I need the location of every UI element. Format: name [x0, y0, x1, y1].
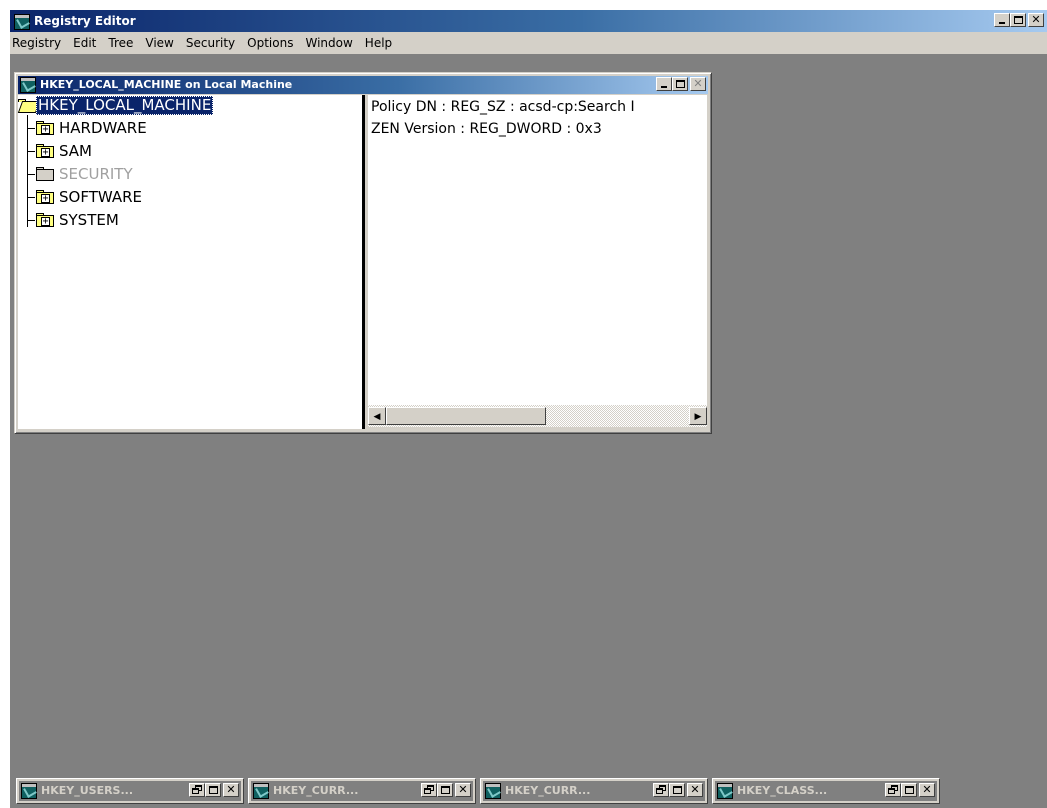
tree-item-system[interactable]: + SYSTEM — [18, 209, 365, 231]
open-folder-icon — [17, 99, 41, 113]
close-button[interactable]: ✕ — [455, 783, 471, 797]
registry-app-icon — [717, 783, 733, 799]
app-minimize-button[interactable] — [994, 13, 1010, 27]
close-icon: ✕ — [690, 783, 700, 796]
scroll-right-button[interactable]: ▶ — [689, 407, 707, 425]
folder-icon — [36, 167, 54, 181]
maximize-button[interactable] — [669, 783, 685, 797]
folder-plus-icon[interactable]: + — [36, 121, 54, 135]
value-row[interactable]: ZEN Version : REG_DWORD : 0x3 — [371, 121, 602, 137]
menu-help[interactable]: Help — [359, 32, 398, 54]
close-icon: ✕ — [458, 783, 468, 796]
registry-app-icon — [253, 783, 269, 799]
restore-button[interactable] — [189, 783, 205, 797]
horizontal-scrollbar[interactable]: ◀ ▶ — [368, 405, 707, 427]
key-tree-pane[interactable]: HKEY_LOCAL_MACHINE + HARDWARE + SAM SECU… — [17, 95, 365, 429]
tree-item-label: SAM — [59, 142, 93, 160]
app-title: Registry Editor — [34, 14, 136, 28]
scroll-left-button[interactable]: ◀ — [368, 407, 386, 425]
menu-view[interactable]: View — [139, 32, 179, 54]
menu-window[interactable]: Window — [299, 32, 358, 54]
registry-editor-window: Registry Editor ✕ Registry Edit Tree Vie… — [10, 10, 1047, 808]
minimized-title: HKEY_USERS... — [41, 784, 134, 797]
child-title: HKEY_LOCAL_MACHINE on Local Machine — [40, 78, 293, 91]
minimized-title: HKEY_CURR... — [505, 784, 591, 797]
close-button[interactable]: ✕ — [687, 783, 703, 797]
maximize-button[interactable] — [901, 783, 917, 797]
values-pane[interactable]: Policy DN : REG_SZ : acsd-cp:Search I ZE… — [368, 95, 707, 405]
tree-item-label: SYSTEM — [59, 211, 119, 229]
child-window-controls: ✕ — [656, 77, 706, 91]
minimize-icon — [661, 86, 667, 88]
tree-item-sam[interactable]: + SAM — [18, 140, 365, 162]
menu-edit[interactable]: Edit — [67, 32, 102, 54]
close-icon: ✕ — [226, 783, 236, 796]
close-icon: ✕ — [922, 783, 932, 796]
maximize-icon — [905, 786, 914, 794]
registry-app-icon — [485, 783, 501, 799]
restore-button[interactable] — [653, 783, 669, 797]
maximize-icon — [441, 786, 450, 794]
right-arrow-icon: ▶ — [694, 411, 702, 421]
maximize-button[interactable] — [205, 783, 221, 797]
child-close-button[interactable]: ✕ — [690, 77, 706, 91]
menu-registry[interactable]: Registry — [10, 32, 67, 54]
child-minimize-button[interactable] — [656, 77, 672, 91]
tree-item-label: SOFTWARE — [59, 188, 143, 206]
child-maximize-button[interactable] — [672, 77, 688, 91]
folder-plus-icon[interactable]: + — [36, 144, 54, 158]
minimized-window-current-user[interactable]: HKEY_CURR... ✕ — [248, 778, 476, 804]
menu-security[interactable]: Security — [180, 32, 241, 54]
tree-item-root[interactable]: HKEY_LOCAL_MACHINE — [17, 95, 365, 117]
value-row[interactable]: Policy DN : REG_SZ : acsd-cp:Search I — [371, 99, 635, 115]
menubar: Registry Edit Tree View Security Options… — [10, 32, 1047, 54]
app-window-controls: ✕ — [994, 13, 1044, 27]
maximize-icon — [676, 80, 685, 88]
tree-item-hardware[interactable]: + HARDWARE — [18, 117, 365, 139]
maximize-icon — [673, 786, 682, 794]
minimize-icon — [999, 22, 1005, 24]
minimized-title: HKEY_CURR... — [273, 784, 359, 797]
minimized-title: HKEY_CLASS... — [737, 784, 828, 797]
app-maximize-button[interactable] — [1010, 13, 1026, 27]
folder-plus-icon[interactable]: + — [36, 213, 54, 227]
restore-icon — [192, 788, 199, 794]
mdi-client-area: HKEY_LOCAL_MACHINE on Local Machine ✕ HK… — [10, 54, 1047, 808]
close-icon: ✕ — [693, 77, 703, 90]
restore-icon — [656, 788, 663, 794]
restore-button[interactable] — [421, 783, 437, 797]
menu-tree[interactable]: Tree — [102, 32, 139, 54]
minimized-window-classes-root[interactable]: HKEY_CLASS... ✕ — [712, 778, 940, 804]
app-titlebar[interactable]: Registry Editor ✕ — [10, 10, 1047, 32]
minimized-window-users[interactable]: HKEY_USERS... ✕ — [16, 778, 244, 804]
app-close-button[interactable]: ✕ — [1028, 13, 1044, 27]
minimized-window-current-config[interactable]: HKEY_CURR... ✕ — [480, 778, 708, 804]
tree-item-security[interactable]: SECURITY — [18, 163, 365, 185]
child-titlebar[interactable]: HKEY_LOCAL_MACHINE on Local Machine ✕ — [18, 76, 708, 94]
tree-item-label: SECURITY — [59, 165, 133, 183]
left-arrow-icon: ◀ — [373, 411, 381, 421]
maximize-icon — [209, 786, 218, 794]
tree-item-label: HARDWARE — [59, 119, 147, 137]
close-icon: ✕ — [1031, 13, 1041, 26]
maximize-icon — [1014, 16, 1023, 24]
tree-item-software[interactable]: + SOFTWARE — [18, 186, 365, 208]
registry-app-icon[interactable] — [20, 77, 36, 93]
registry-app-icon[interactable] — [14, 14, 30, 30]
restore-button[interactable] — [885, 783, 901, 797]
restore-icon — [424, 788, 431, 794]
close-button[interactable]: ✕ — [223, 783, 239, 797]
registry-app-icon — [21, 783, 37, 799]
close-button[interactable]: ✕ — [919, 783, 935, 797]
folder-plus-icon[interactable]: + — [36, 190, 54, 204]
restore-icon — [888, 788, 895, 794]
maximize-button[interactable] — [437, 783, 453, 797]
menu-options[interactable]: Options — [241, 32, 299, 54]
scrollbar-thumb[interactable] — [386, 407, 546, 425]
tree-root-label: HKEY_LOCAL_MACHINE — [36, 96, 214, 115]
hklm-child-window: HKEY_LOCAL_MACHINE on Local Machine ✕ HK… — [14, 72, 712, 434]
